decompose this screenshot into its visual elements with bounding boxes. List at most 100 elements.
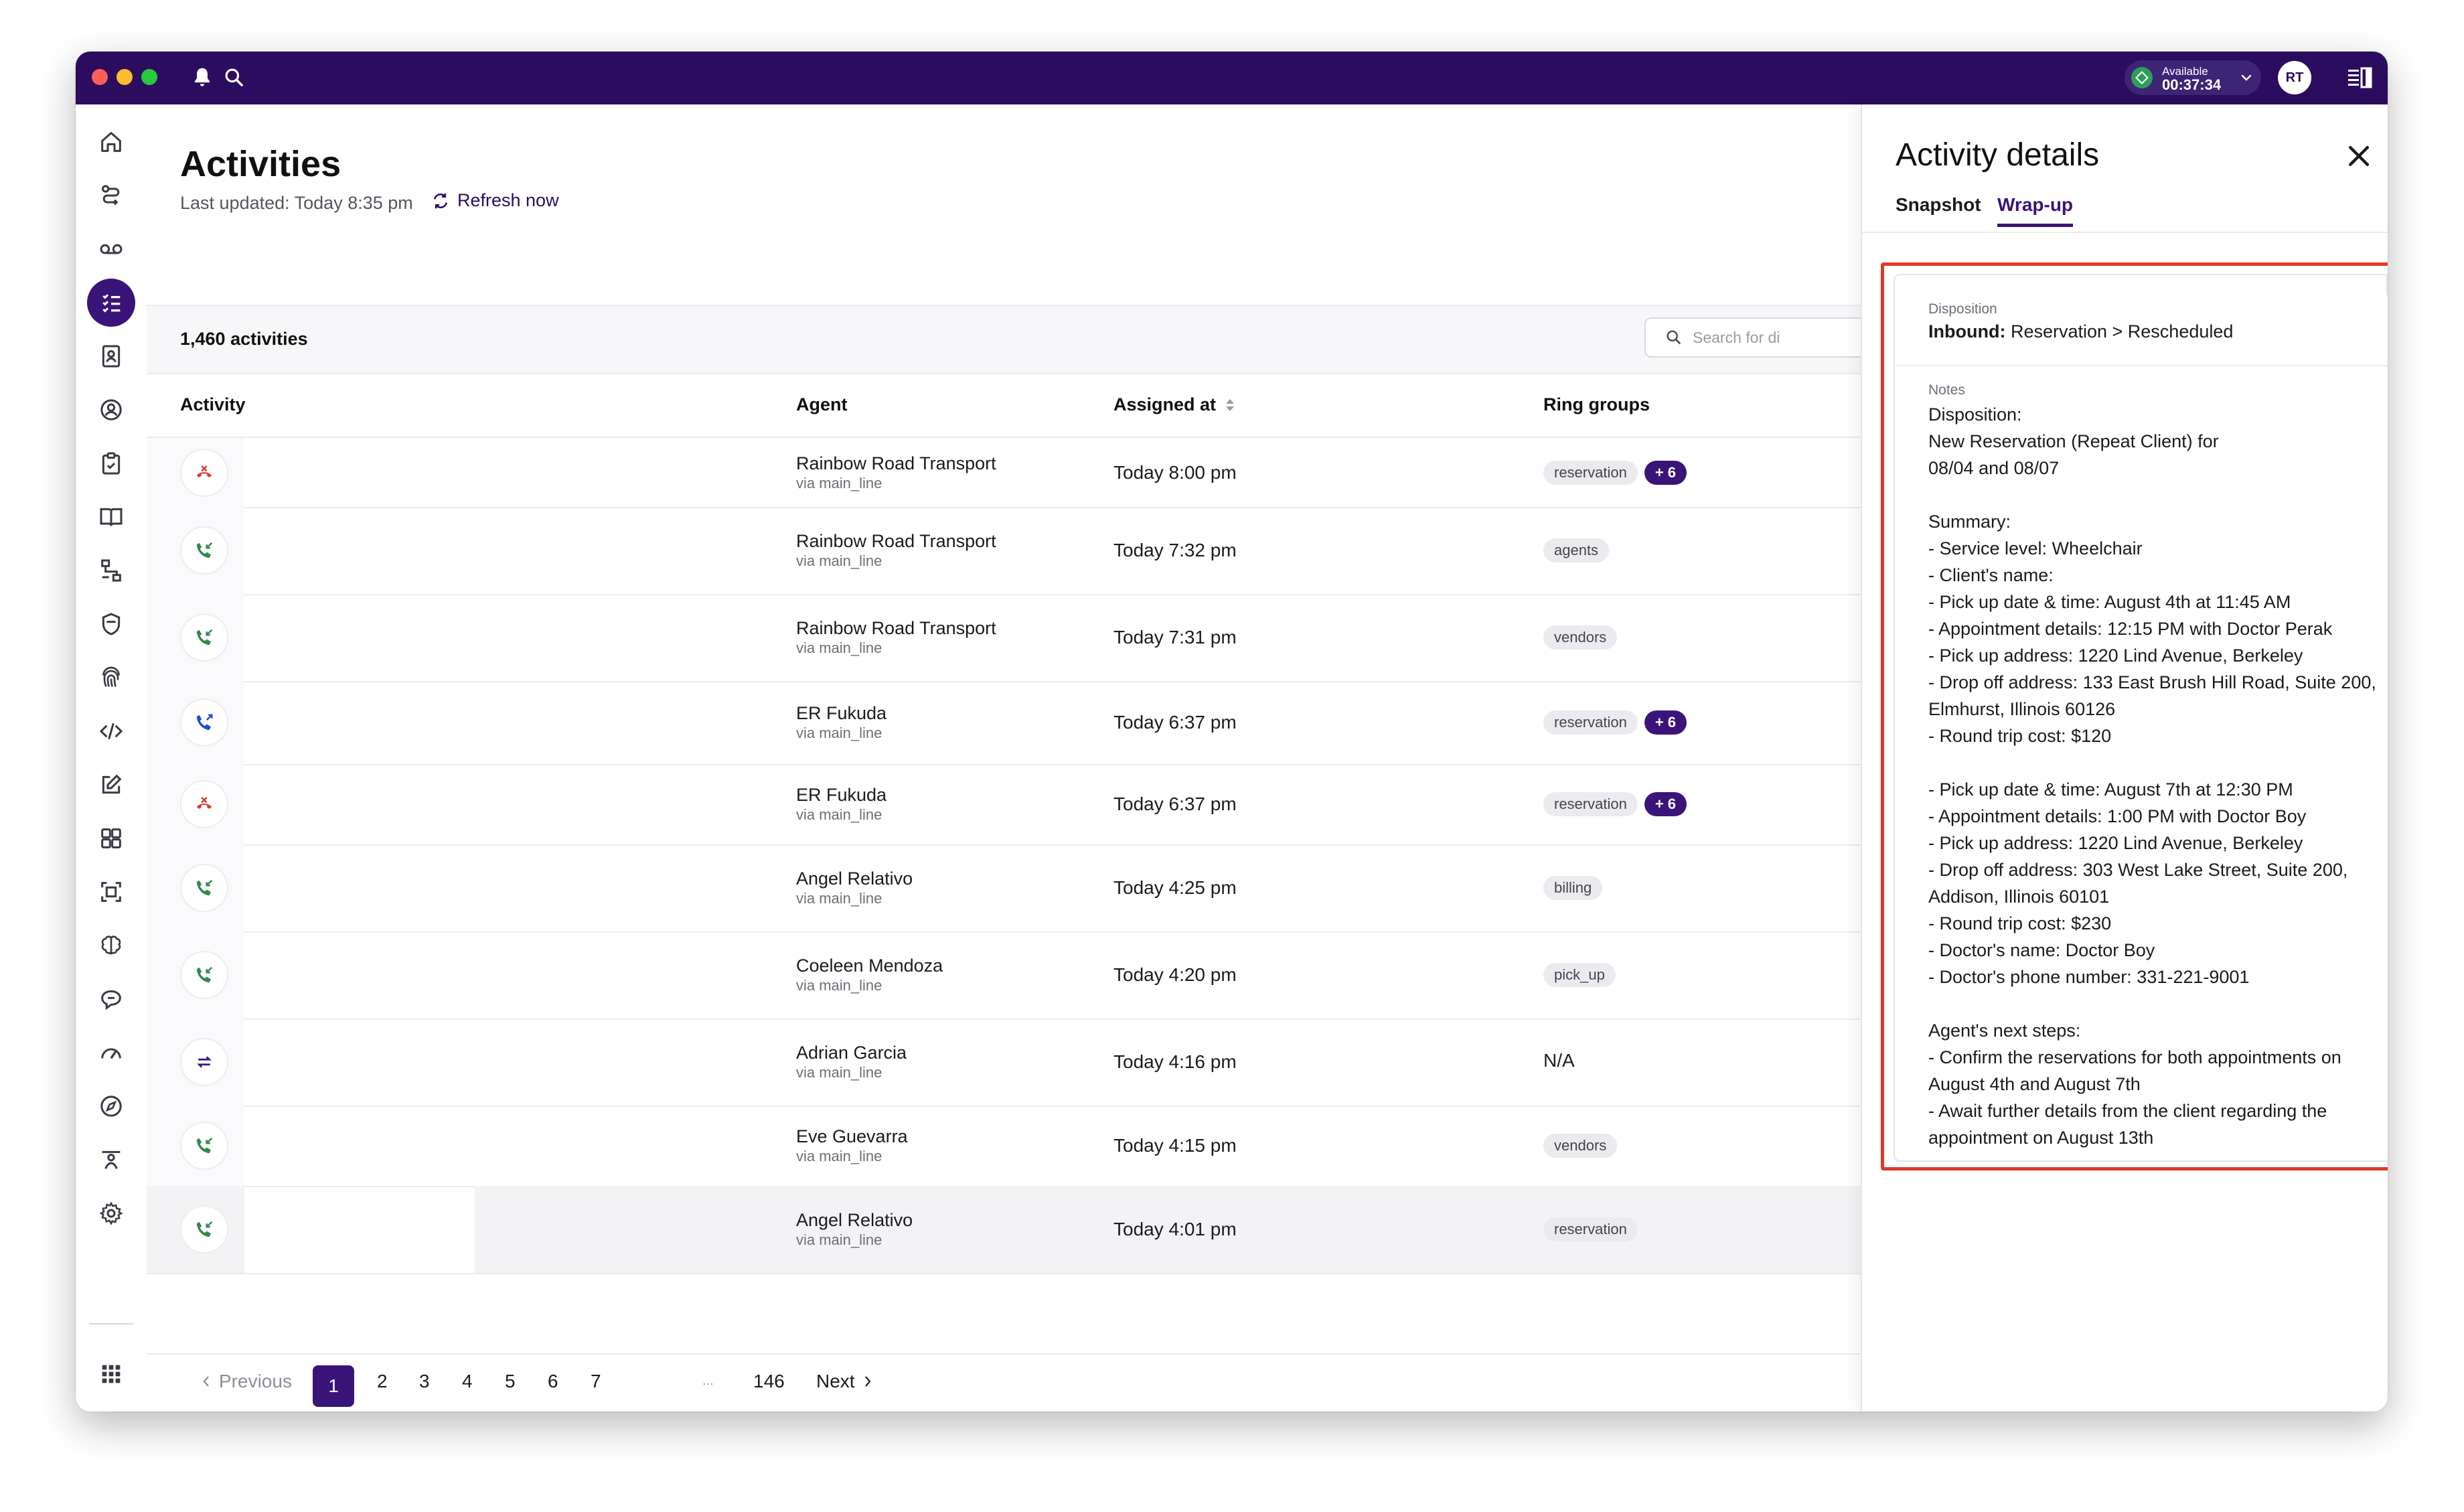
activity-cell bbox=[147, 1018, 244, 1106]
transfer-call-icon bbox=[180, 1038, 228, 1086]
page-button-1[interactable]: 1 bbox=[313, 1365, 354, 1407]
table-header: Activity Agent Assigned at Ring groups bbox=[147, 373, 1861, 438]
avatar[interactable]: RT bbox=[2278, 61, 2311, 94]
more-groups-badge[interactable]: + 6 bbox=[1644, 460, 1687, 485]
card-divider bbox=[1895, 365, 2388, 366]
page-button-6[interactable]: 6 bbox=[548, 1371, 558, 1392]
table-row[interactable]: Rainbow Road Transport via main_line Today… bbox=[147, 507, 1861, 595]
ring-group-chip: reservation bbox=[1543, 792, 1638, 816]
sidebar-item-contacts[interactable] bbox=[87, 332, 135, 380]
refresh-now-button[interactable]: Refresh now bbox=[431, 190, 559, 211]
previous-page-button[interactable]: Previous bbox=[200, 1371, 292, 1392]
next-page-button[interactable]: Next bbox=[816, 1371, 874, 1392]
sidebar-item-voicemail[interactable] bbox=[87, 225, 135, 273]
column-ring-groups: Ring groups bbox=[1543, 394, 1650, 414]
activity-details-panel: Activity details Snapshot Wrap-up Dispos… bbox=[1861, 104, 2388, 1412]
table-row[interactable]: Adrian Garcia via main_line Today 4:16 pm N… bbox=[147, 1018, 1861, 1107]
disposition-label: Disposition bbox=[1928, 301, 1997, 317]
sidebar bbox=[76, 104, 148, 1412]
sidebar-item-activities[interactable] bbox=[87, 279, 135, 327]
chevron-left-icon bbox=[203, 1376, 209, 1387]
compass-icon bbox=[100, 1095, 122, 1117]
activity-cell bbox=[147, 1106, 244, 1186]
edit-icon bbox=[102, 774, 122, 794]
page-button-146[interactable]: 146 bbox=[753, 1371, 785, 1392]
ring-group-chip: reservation bbox=[1543, 460, 1638, 485]
sidebar-item-forms[interactable] bbox=[87, 761, 135, 809]
assigned-at: Today 8:00 pm bbox=[1113, 461, 1237, 483]
page-button-3[interactable]: 3 bbox=[419, 1371, 430, 1392]
sidebar-item-developer[interactable] bbox=[87, 707, 135, 755]
ring-group-chip: reservation bbox=[1543, 1217, 1638, 1241]
agent-cell: Angel Relativo via main_line bbox=[796, 1209, 913, 1250]
inbound-call-icon bbox=[180, 526, 228, 575]
chevron-down-icon bbox=[2241, 74, 2252, 81]
bell-icon[interactable] bbox=[189, 65, 215, 90]
agent-line: via main_line bbox=[796, 1148, 882, 1164]
maximize-window-button[interactable] bbox=[141, 69, 157, 85]
agent-name: ER Fukuda bbox=[796, 703, 887, 723]
sidebar-item-ai[interactable] bbox=[87, 921, 135, 970]
activities-page: Activities Last updated: Today 8:35 pm R… bbox=[147, 104, 1872, 1412]
sidebar-item-training[interactable] bbox=[87, 1136, 135, 1184]
page-ellipsis: ... bbox=[702, 1373, 714, 1388]
sidebar-item-agents[interactable] bbox=[87, 386, 135, 434]
sidebar-item-capture[interactable] bbox=[87, 868, 135, 916]
sidebar-item-performance[interactable] bbox=[87, 1029, 135, 1077]
ring-group-chip: agents bbox=[1543, 538, 1610, 562]
activity-count: 1,460 activities bbox=[180, 329, 308, 349]
panel-toggle-icon[interactable] bbox=[2347, 66, 2372, 89]
sidebar-item-routes[interactable] bbox=[87, 171, 135, 220]
page-button-7[interactable]: 7 bbox=[591, 1371, 601, 1392]
sidebar-item-apps[interactable] bbox=[87, 1350, 135, 1398]
page-button-5[interactable]: 5 bbox=[505, 1371, 516, 1392]
table-row[interactable]: ER Fukuda via main_line Today 6:37 pm reser… bbox=[147, 681, 1861, 765]
table-row[interactable]: Rainbow Road Transport via main_line Today… bbox=[147, 438, 1861, 508]
contact-card-icon bbox=[102, 345, 121, 368]
availability-status-button[interactable]: Available 00:37:34 bbox=[2125, 60, 2261, 95]
table-row[interactable]: Eve Guevarra via main_line Today 4:15 pm ve… bbox=[147, 1106, 1861, 1187]
table-row[interactable]: Angel Relativo via main_line Today 4:25 pm… bbox=[147, 844, 1861, 933]
more-groups-badge[interactable]: + 6 bbox=[1644, 710, 1687, 735]
tab-snapshot[interactable]: Snapshot bbox=[1896, 194, 1981, 224]
sidebar-item-security[interactable] bbox=[87, 600, 135, 648]
close-window-button[interactable] bbox=[92, 69, 108, 85]
sidebar-item-chat[interactable] bbox=[87, 975, 135, 1023]
edit-notes-button[interactable] bbox=[2386, 275, 2388, 301]
search-input[interactable]: Search for di bbox=[1644, 317, 1872, 358]
more-groups-badge[interactable]: + 6 bbox=[1644, 792, 1687, 816]
minimize-window-button[interactable] bbox=[117, 69, 133, 85]
sidebar-item-dashboards[interactable] bbox=[87, 814, 135, 862]
agent-line: via main_line bbox=[796, 1231, 882, 1248]
status-timer: 00:37:34 bbox=[2162, 76, 2222, 93]
table-row[interactable]: Rainbow Road Transport via main_line Today… bbox=[147, 594, 1861, 682]
sidebar-item-flows[interactable] bbox=[87, 546, 135, 595]
agent-name: Adrian Garcia bbox=[796, 1043, 907, 1063]
sidebar-item-home[interactable] bbox=[87, 118, 135, 166]
code-icon bbox=[99, 723, 123, 740]
column-assigned-at[interactable]: Assigned at bbox=[1113, 394, 1236, 415]
assigned-at: Today 4:01 pm bbox=[1113, 1219, 1237, 1239]
sidebar-item-explore[interactable] bbox=[87, 1082, 135, 1130]
page-button-2[interactable]: 2 bbox=[377, 1371, 388, 1392]
activity-cell bbox=[147, 931, 244, 1018]
agent-name: Eve Guevarra bbox=[796, 1126, 908, 1146]
tab-wrap-up[interactable]: Wrap-up bbox=[1997, 194, 2074, 227]
search-icon[interactable] bbox=[222, 65, 247, 90]
table-row[interactable]: ER Fukuda via main_line Today 6:37 pm reser… bbox=[147, 764, 1861, 846]
page-button-4[interactable]: 4 bbox=[462, 1371, 473, 1392]
agent-name: ER Fukuda bbox=[796, 785, 887, 805]
sidebar-item-tasks[interactable] bbox=[87, 439, 135, 487]
table-row[interactable]: Coeleen Mendoza via main_line Today 4:20 p… bbox=[147, 931, 1861, 1020]
sidebar-item-identity[interactable] bbox=[87, 654, 135, 702]
clipboard-icon bbox=[102, 452, 121, 475]
notes-text: Disposition: New Reservation (Repeat Cli… bbox=[1928, 404, 2376, 1148]
refresh-label: Refresh now bbox=[457, 190, 559, 210]
gear-icon bbox=[99, 1201, 123, 1225]
sidebar-item-settings[interactable] bbox=[87, 1189, 135, 1237]
ring-groups-cell: pick_up bbox=[1543, 963, 1616, 987]
sidebar-item-knowledge[interactable] bbox=[87, 493, 135, 541]
table-row[interactable]: Angel Relativo via main_line Today 4:01 pm… bbox=[147, 1186, 1861, 1274]
close-icon[interactable] bbox=[2344, 141, 2374, 171]
agent-cell: ER Fukuda via main_line bbox=[796, 702, 887, 743]
